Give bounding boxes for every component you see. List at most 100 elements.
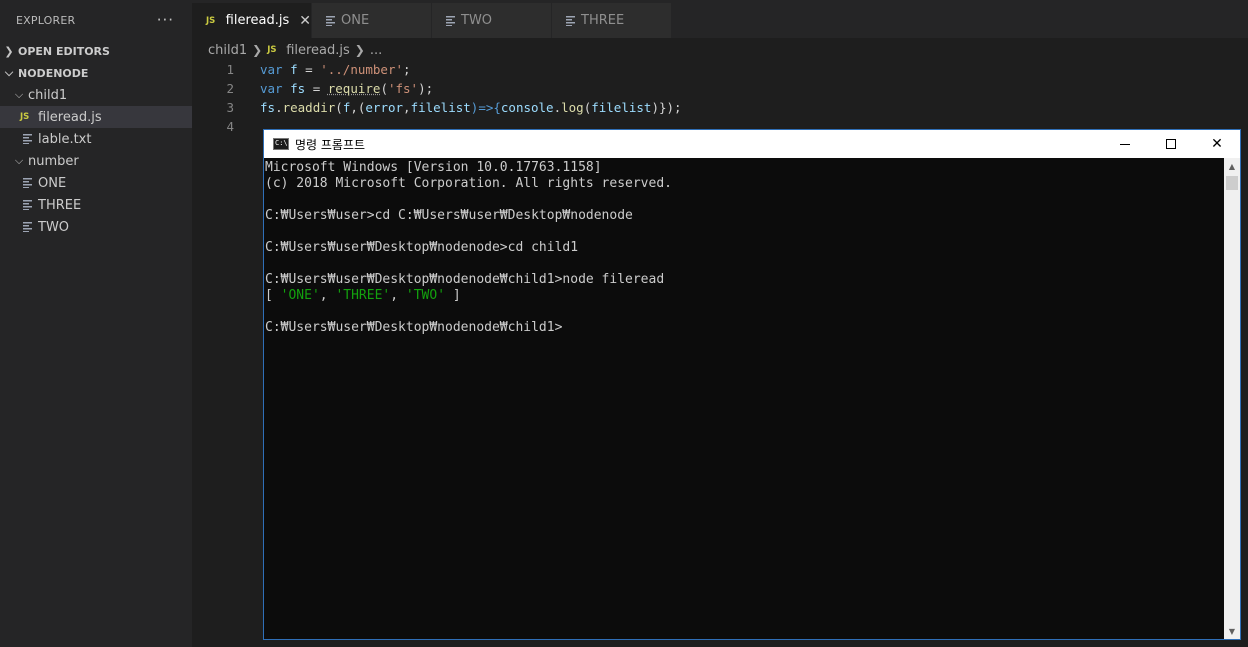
close-icon[interactable]: ✕: [299, 13, 311, 29]
more-actions-icon[interactable]: ···: [157, 11, 174, 29]
punct: .: [275, 100, 283, 115]
punct: (: [335, 100, 343, 115]
explorer-title: EXPLORER: [16, 13, 76, 27]
breadcrumb-tail[interactable]: ...: [370, 43, 382, 58]
code-text: var f = '../number';: [260, 62, 411, 77]
tree-item-label: fileread.js: [38, 109, 102, 125]
identifier: filelist: [591, 100, 652, 115]
breadcrumb-file[interactable]: fileread.js: [286, 43, 350, 58]
console-prompt: C:₩Users₩user₩Desktop₩nodenode₩child1>: [265, 320, 563, 335]
tab-one[interactable]: ONE: [312, 3, 432, 38]
function-name: require: [327, 81, 381, 96]
output-item: 'TWO': [405, 288, 446, 303]
text-file-icon: [566, 15, 575, 26]
console-line: C:₩Users₩user₩Desktop₩nodenode>cd child1: [265, 240, 579, 255]
keyword: var: [260, 62, 283, 77]
punct: ,: [403, 100, 411, 115]
tree-item-label: TWO: [38, 219, 70, 235]
keyword: var: [260, 81, 283, 96]
project-section[interactable]: ⌵ NODENODE: [0, 62, 192, 84]
js-file-icon: JS: [20, 112, 30, 122]
identifier: f: [290, 62, 298, 77]
tree-file-lable[interactable]: lable.txt: [0, 128, 192, 150]
identifier: fs: [290, 81, 306, 96]
tree-file-one[interactable]: ONE: [0, 172, 192, 194]
open-editors-section[interactable]: ❯ OPEN EDITORS: [0, 40, 192, 62]
tree-item-label: child1: [28, 87, 68, 103]
console-line: C:₩Users₩user>cd C:₩Users₩user₩Desktop₩n…: [265, 208, 633, 223]
punct: ;: [403, 62, 411, 77]
js-file-icon: JS: [206, 15, 216, 26]
maximize-button[interactable]: [1148, 130, 1194, 158]
string: 'fs': [387, 81, 419, 96]
tab-two[interactable]: TWO: [432, 3, 552, 38]
sep: ,: [390, 288, 406, 303]
text-file-icon: [23, 200, 32, 210]
editor-tabbar: JS fileread.js ✕ ONE TWO THREE: [192, 3, 1248, 38]
cmd-title: 명령 프롬프트: [295, 137, 366, 152]
console-line: (c) 2018 Microsoft Corporation. All righ…: [265, 176, 672, 191]
cmd-window[interactable]: 명령 프롬프트 ✕ Microsoft Windows [Version 10.…: [263, 129, 1241, 640]
open-editors-label: OPEN EDITORS: [18, 44, 110, 58]
scroll-up-icon[interactable]: ▲: [1224, 158, 1240, 174]
tab-label: TWO: [461, 13, 493, 28]
code-line: 3 fs.readdir(f,(error,filelist)=>{consol…: [192, 98, 682, 117]
function-name: readdir: [282, 100, 336, 115]
explorer-header: EXPLORER ···: [0, 0, 192, 40]
scroll-down-icon[interactable]: ▼: [1224, 623, 1240, 639]
output-item: 'ONE': [280, 288, 320, 303]
text-file-icon: [23, 134, 32, 144]
breadcrumb-folder[interactable]: child1: [208, 43, 247, 58]
scroll-thumb[interactable]: [1226, 176, 1238, 190]
sep: ,: [319, 288, 336, 303]
tree-file-two[interactable]: TWO: [0, 216, 192, 238]
code-editor[interactable]: 1 var f = '../number'; 2 var fs = requir…: [192, 60, 682, 136]
project-label: NODENODE: [18, 66, 89, 80]
code-line: 2 var fs = require('fs');: [192, 79, 682, 98]
minimize-button[interactable]: [1102, 130, 1148, 158]
tree-file-fileread[interactable]: JS fileread.js: [0, 106, 192, 128]
line-number: 1: [226, 62, 234, 77]
code-text: fs.readdir(f,(error,filelist)=>{console.…: [260, 100, 682, 115]
bracket: [: [265, 288, 281, 303]
code-text: var fs = require('fs');: [260, 81, 433, 96]
chevron-down-icon: ⌵: [4, 66, 14, 79]
console-line: Microsoft Windows [Version 10.0.17763.11…: [265, 160, 602, 175]
tab-fileread[interactable]: JS fileread.js ✕: [192, 3, 312, 38]
breadcrumb: child1 ❯ JS fileread.js ❯ ...: [208, 40, 382, 60]
tab-three[interactable]: THREE: [552, 3, 672, 38]
cmd-console[interactable]: Microsoft Windows [Version 10.0.17763.11…: [264, 158, 1224, 639]
cmd-scrollbar[interactable]: ▲ ▼: [1224, 158, 1240, 639]
tab-label: fileread.js: [225, 13, 290, 28]
tree-folder-number[interactable]: ⌵ number: [0, 150, 192, 172]
text-file-icon: [446, 15, 455, 26]
cmd-titlebar[interactable]: 명령 프롬프트 ✕: [264, 130, 1240, 158]
tree-item-label: THREE: [38, 197, 82, 213]
string: '../number': [320, 62, 404, 77]
chevron-down-icon: ⌵: [14, 88, 24, 101]
tab-label: ONE: [341, 13, 370, 28]
identifier: fs: [260, 100, 276, 115]
arrow: )=>{: [470, 100, 501, 115]
bracket: ]: [445, 288, 461, 303]
console-output: [ 'ONE', 'THREE', 'TWO' ]: [265, 288, 1224, 304]
punct: (: [380, 81, 388, 96]
minimize-icon: [1120, 143, 1130, 145]
tree-folder-child1[interactable]: ⌵ child1: [0, 84, 192, 106]
tree-file-three[interactable]: THREE: [0, 194, 192, 216]
window-controls: ✕: [1102, 130, 1240, 158]
close-button[interactable]: ✕: [1194, 130, 1240, 158]
operator: =: [305, 81, 328, 96]
close-icon: ✕: [1211, 136, 1223, 152]
function-name: log: [561, 100, 584, 115]
operator: =: [297, 62, 321, 77]
output-item: 'THREE': [335, 288, 391, 303]
explorer-sidebar: EXPLORER ··· ❯ OPEN EDITORS ⌵ NODENODE ⌵…: [0, 0, 192, 647]
cmd-app-icon: [273, 138, 289, 150]
tree-item-label: number: [28, 153, 79, 169]
identifier: console: [500, 100, 554, 115]
